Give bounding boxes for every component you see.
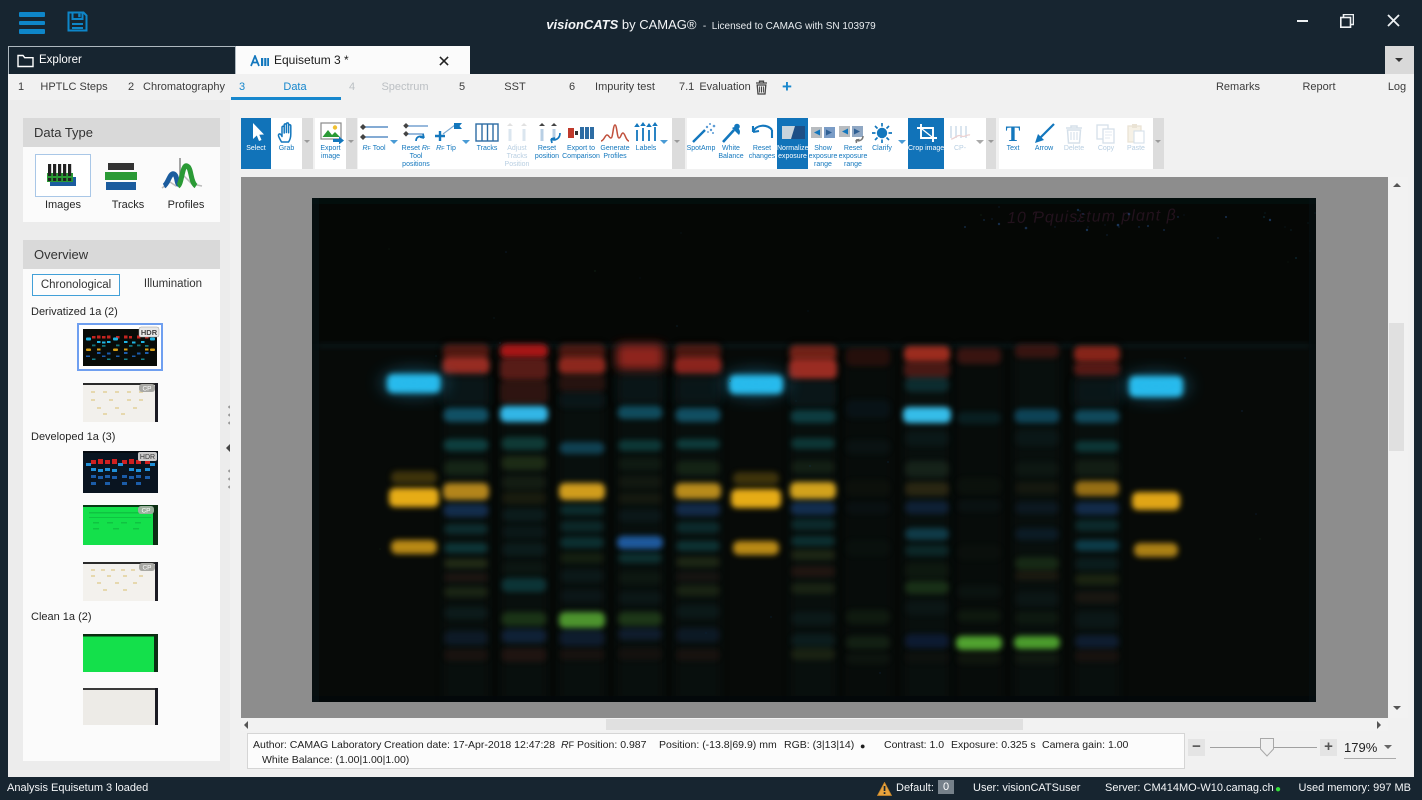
- svg-text:CP: CP: [142, 565, 151, 572]
- svg-text:HDR: HDR: [141, 328, 158, 337]
- svg-text:CP: CP: [141, 508, 150, 515]
- svg-text:CP: CP: [142, 386, 151, 393]
- svg-text:HDR: HDR: [140, 454, 155, 461]
- svg-text:10 Ƥquisɛtum plɑnt β: 10 Ƥquisɛtum plɑnt β: [1007, 207, 1177, 227]
